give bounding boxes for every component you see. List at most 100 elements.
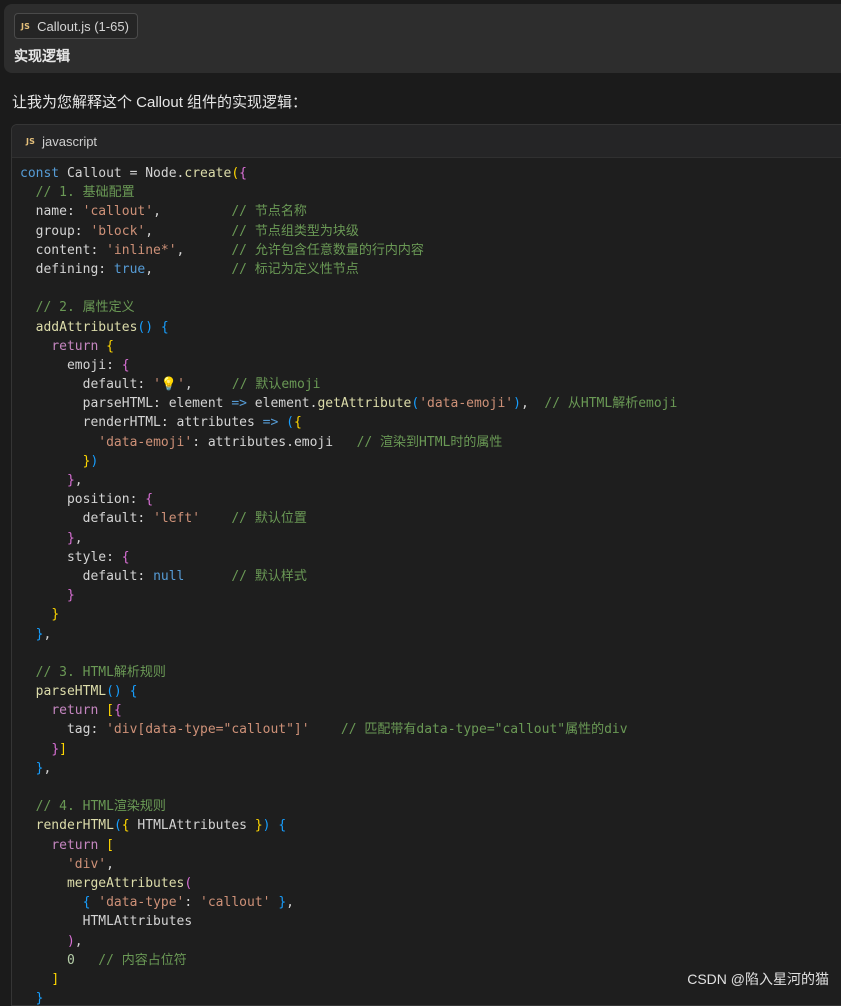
code-token: addAttributes bbox=[35, 319, 138, 335]
code-token: , bbox=[520, 396, 545, 412]
code-line: } bbox=[20, 586, 677, 605]
code-token: ] bbox=[51, 971, 60, 987]
code-token: renderHTML bbox=[35, 818, 114, 834]
code-token: 'left' bbox=[153, 511, 201, 527]
code-token: ) bbox=[513, 396, 521, 412]
code-token: '💡' bbox=[153, 377, 185, 393]
code-token: ( bbox=[411, 396, 420, 412]
code-line: 0 // 内容占位符 bbox=[20, 951, 677, 970]
code-token: { bbox=[113, 703, 122, 719]
code-token: // 4. HTML渲染规则 bbox=[20, 799, 166, 815]
code-token: { bbox=[239, 166, 247, 181]
javascript-language-icon: JS bbox=[26, 136, 36, 146]
code-token: // 2. 属性定义 bbox=[20, 300, 135, 316]
code-line: ] bbox=[20, 970, 677, 989]
code-line: }, bbox=[20, 529, 677, 548]
code-line: content: 'inline*', // 允许包含任意数量的行内内容 bbox=[20, 241, 677, 260]
code-token: ) bbox=[90, 453, 99, 469]
code-line: }, bbox=[20, 625, 677, 644]
code-token: position: bbox=[20, 492, 146, 508]
code-token: , bbox=[153, 204, 232, 220]
code-token: // 3. HTML解析规则 bbox=[20, 664, 166, 680]
code-content[interactable]: const Callout = Node.create({ // 1. 基础配置… bbox=[20, 164, 678, 1005]
code-line: group: 'block', // 节点组类型为块级 bbox=[20, 222, 677, 241]
code-token: () bbox=[106, 684, 122, 700]
code-token: const bbox=[20, 166, 60, 181]
code-token: , bbox=[74, 933, 83, 949]
code-token: : bbox=[184, 895, 201, 911]
code-token: HTMLAttributes bbox=[129, 818, 255, 834]
code-line: position: { bbox=[20, 490, 677, 509]
code-token: style: bbox=[20, 549, 122, 565]
code-token: // 默认位置 bbox=[231, 511, 307, 527]
code-token: , bbox=[286, 895, 294, 911]
code-token: } bbox=[278, 895, 287, 911]
code-token: 'data-emoji' bbox=[98, 434, 193, 450]
code-token: , bbox=[74, 530, 83, 546]
file-reference-chip[interactable]: JS Callout.js (1-65) bbox=[14, 13, 138, 39]
code-block-header: JS javascript bbox=[12, 125, 841, 158]
code-token: [ bbox=[106, 837, 114, 853]
code-token: , bbox=[43, 626, 52, 642]
code-token: emoji: bbox=[20, 357, 122, 373]
code-token: parseHTML: element bbox=[20, 396, 232, 412]
code-line: renderHTML({ HTMLAttributes }) { bbox=[20, 816, 677, 835]
code-line: HTMLAttributes bbox=[20, 912, 677, 931]
code-token: } bbox=[66, 473, 75, 488]
code-token: { bbox=[121, 549, 130, 565]
code-token: 'callout' bbox=[82, 204, 154, 220]
code-token: 'callout' bbox=[200, 895, 271, 911]
code-line: // 4. HTML渲染规则 bbox=[20, 797, 677, 816]
code-token: // 默认emoji bbox=[231, 377, 321, 393]
code-token: 'block' bbox=[90, 223, 146, 239]
code-line: } bbox=[20, 989, 677, 1005]
code-language-label: javascript bbox=[42, 133, 98, 149]
code-token: // 标记为定义性节点 bbox=[231, 261, 359, 277]
code-token: { bbox=[160, 319, 169, 335]
code-token: [ bbox=[106, 703, 114, 719]
code-token: { bbox=[278, 818, 287, 834]
code-token: , bbox=[145, 261, 232, 277]
code-line: renderHTML: attributes => ({ bbox=[20, 413, 677, 432]
code-token: ( bbox=[231, 166, 240, 181]
code-token: { bbox=[121, 818, 130, 834]
code-token: ( bbox=[113, 818, 122, 834]
code-token: () bbox=[137, 319, 154, 335]
code-token: defining: bbox=[20, 261, 114, 277]
code-token: 'inline*' bbox=[106, 242, 177, 258]
file-reference-name: Callout.js (1-65) bbox=[37, 18, 129, 34]
code-line: } bbox=[20, 605, 677, 624]
code-token: renderHTML: attributes bbox=[20, 415, 263, 431]
code-token: // 节点组类型为块级 bbox=[231, 223, 359, 239]
code-line: }) bbox=[20, 452, 677, 471]
code-line: style: { bbox=[20, 548, 677, 567]
code-line: name: 'callout', // 节点名称 bbox=[20, 202, 677, 221]
javascript-file-icon: JS bbox=[21, 21, 31, 31]
code-token: , bbox=[43, 760, 52, 776]
code-token: // 内容占位符 bbox=[98, 952, 187, 968]
code-token: 'data-type' bbox=[98, 895, 185, 911]
code-token: return bbox=[51, 338, 99, 354]
code-line: parseHTML: element => element.getAttribu… bbox=[20, 394, 678, 413]
code-token: group: bbox=[20, 223, 91, 239]
code-token: // 从HTML解析emoji bbox=[544, 396, 678, 412]
assistant-intro-text: 让我为您解释这个 Callout 组件的实现逻辑： bbox=[12, 94, 308, 111]
code-line: default: 'left' // 默认位置 bbox=[20, 509, 677, 528]
code-token: // 匹配带有data-type="callout"属性的div bbox=[340, 722, 628, 738]
